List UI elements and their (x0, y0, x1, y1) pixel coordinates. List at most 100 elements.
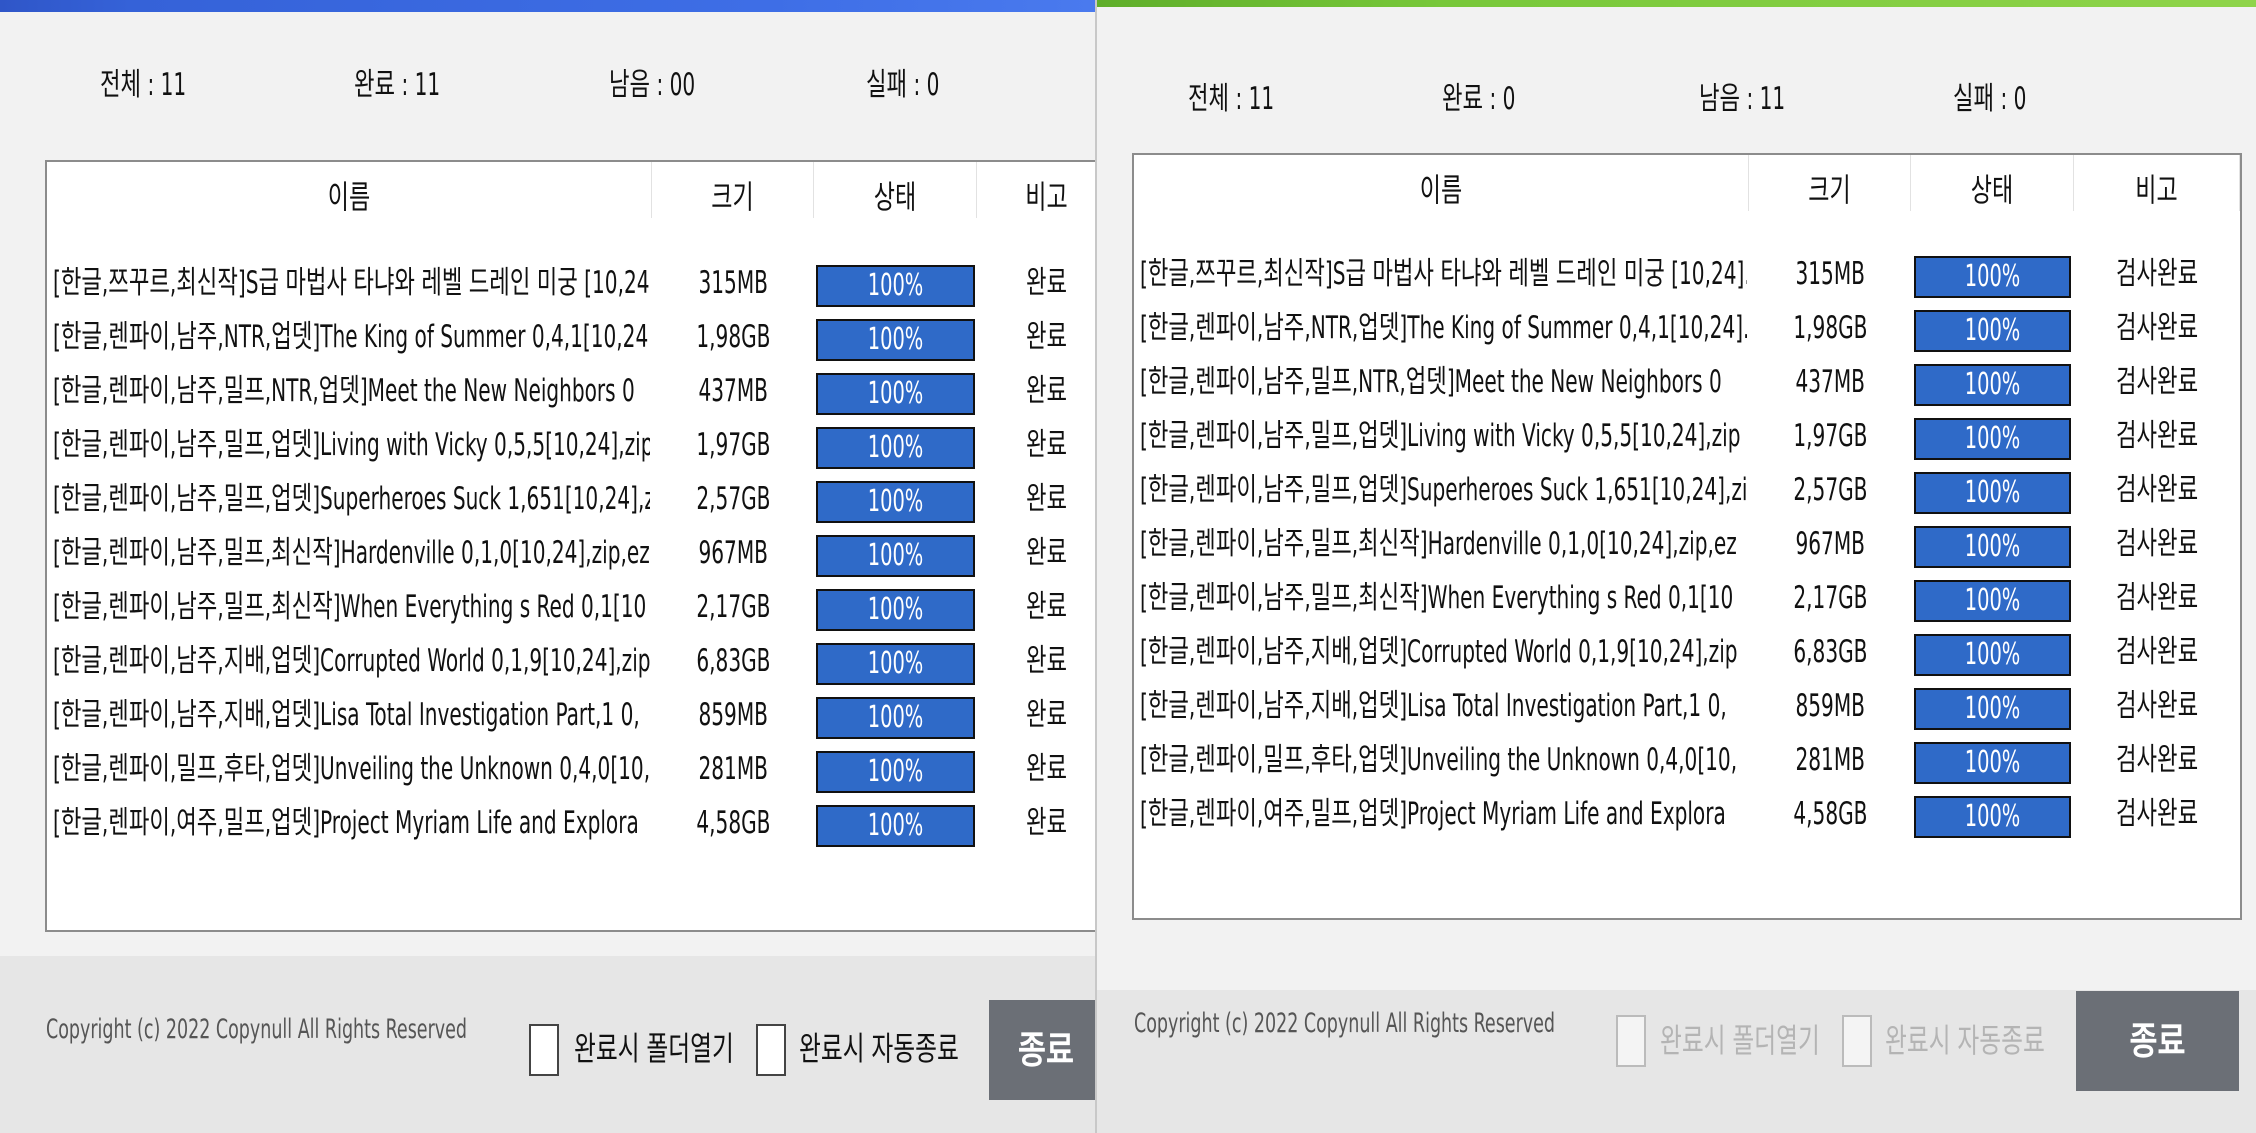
column-header-note[interactable]: 비고 (2074, 155, 2240, 211)
progress-bar: 100% (816, 643, 975, 685)
progress-bar: 100% (1914, 418, 2071, 460)
column-header-size[interactable]: 크기 (652, 162, 814, 218)
table-row[interactable]: [한글,렌파이,여주,밀프,업뎃]Project Myriam Life and… (1134, 787, 2240, 841)
progress-bar: 100% (816, 805, 975, 847)
table-row[interactable]: [한글,렌파이,남주,NTR,업뎃]The King of Summer 0,4… (47, 310, 1097, 364)
file-name-cell: [한글,쯔꾸르,최신작]S급 마법사 타냐와 레벨 드레인 미궁 [10,24]… (53, 265, 650, 301)
table-row[interactable]: [한글,렌파이,남주,밀프,업뎃]Living with Vicky 0,5,5… (1134, 409, 2240, 463)
auto-close-checkbox[interactable] (756, 1024, 786, 1076)
note-cell: 검사완료 (2115, 256, 2199, 292)
progress-label: 100% (1964, 259, 2021, 294)
note-cell: 완료 (1026, 373, 1068, 409)
file-size-cell: 315MB (698, 265, 768, 301)
file-size-cell: 281MB (698, 751, 768, 787)
progress-label: 100% (867, 646, 924, 681)
progress-label: 100% (867, 268, 924, 303)
progress-label: 100% (867, 430, 924, 465)
close-button[interactable]: 종료 (989, 1000, 1097, 1100)
note-cell: 검사완료 (2115, 310, 2199, 346)
window-divider (1095, 0, 1097, 1133)
note-cell: 검사완료 (2115, 688, 2199, 724)
table-row[interactable]: [한글,렌파이,남주,밀프,NTR,업뎃]Meet the New Neighb… (1134, 355, 2240, 409)
total-count: 전체 : 11 (100, 67, 187, 103)
right-main-area: 전체 : 11 완료 : 0 남음 : 11 실패 : 0 이름 크기 상태 비… (1097, 7, 2256, 990)
file-name-cell: [한글,렌파이,남주,밀프,최신작]Hardenville 0,1,0[10,2… (53, 535, 650, 571)
table-row[interactable]: [한글,렌파이,남주,밀프,최신작]When Everything s Red … (1134, 571, 2240, 625)
column-header-status[interactable]: 상태 (1911, 155, 2074, 211)
file-size-cell: 2,17GB (1792, 580, 1868, 616)
open-folder-checkbox[interactable] (529, 1024, 559, 1076)
file-list[interactable]: 이름 크기 상태 비고 [한글,쯔꾸르,최신작]S급 마법사 타냐와 레벨 드레… (45, 160, 1097, 932)
file-size-cell: 967MB (698, 535, 768, 571)
file-size-cell: 437MB (698, 373, 768, 409)
note-cell: 완료 (1026, 427, 1068, 463)
table-row[interactable]: [한글,렌파이,남주,지배,업뎃]Lisa Total Investigatio… (1134, 679, 2240, 733)
progress-label: 100% (867, 484, 924, 519)
note-cell: 완료 (1026, 751, 1068, 787)
note-cell: 완료 (1026, 643, 1068, 679)
table-row[interactable]: [한글,렌파이,남주,지배,업뎃]Corrupted World 0,1,9[1… (47, 634, 1097, 688)
table-row[interactable]: [한글,쯔꾸르,최신작]S급 마법사 타냐와 레벨 드레인 미궁 [10,24]… (1134, 247, 2240, 301)
auto-close-label[interactable]: 완료시 자동종료 (799, 1022, 959, 1070)
note-cell: 검사완료 (2115, 580, 2199, 616)
column-header-name[interactable]: 이름 (47, 162, 652, 218)
note-cell: 완료 (1026, 697, 1068, 733)
table-row[interactable]: [한글,렌파이,남주,밀프,업뎃]Superheroes Suck 1,651[… (1134, 463, 2240, 517)
table-row[interactable]: [한글,쯔꾸르,최신작]S급 마법사 타냐와 레벨 드레인 미궁 [10,24]… (47, 256, 1097, 310)
progress-label: 100% (1964, 691, 2021, 726)
file-name-cell: [한글,렌파이,남주,지배,업뎃]Lisa Total Investigatio… (1140, 688, 1727, 724)
file-name-cell: [한글,쯔꾸르,최신작]S급 마법사 타냐와 레벨 드레인 미궁 [10,24]… (1140, 256, 1747, 292)
file-size-cell: 1,98GB (695, 319, 771, 355)
open-folder-checkbox[interactable] (1616, 1015, 1646, 1067)
right-check-window: 전체 : 11 완료 : 0 남음 : 11 실패 : 0 이름 크기 상태 비… (1097, 0, 2256, 1133)
table-row[interactable]: [한글,렌파이,남주,NTR,업뎃]The King of Summer 0,4… (1134, 301, 2240, 355)
open-folder-label[interactable]: 완료시 폴더열기 (574, 1022, 734, 1070)
column-header-note[interactable]: 비고 (977, 162, 1097, 218)
auto-close-checkbox[interactable] (1842, 1015, 1872, 1067)
table-row[interactable]: [한글,렌파이,밀프,후타,업뎃]Unveiling the Unknown 0… (47, 742, 1097, 796)
table-row[interactable]: [한글,렌파이,남주,밀프,NTR,업뎃]Meet the New Neighb… (47, 364, 1097, 418)
column-header-name[interactable]: 이름 (1134, 155, 1749, 211)
close-button[interactable]: 종료 (2076, 991, 2239, 1091)
progress-label: 100% (1964, 367, 2021, 402)
copyright-text: Copyright (c) 2022 Copynull All Rights R… (46, 1014, 467, 1045)
table-row[interactable]: [한글,렌파이,남주,지배,업뎃]Lisa Total Investigatio… (47, 688, 1097, 742)
table-row[interactable]: [한글,렌파이,남주,밀프,업뎃]Living with Vicky 0,5,5… (47, 418, 1097, 472)
open-folder-label[interactable]: 완료시 폴더열기 (1660, 1014, 1820, 1062)
progress-label: 100% (867, 538, 924, 573)
progress-label: 100% (1964, 799, 2021, 834)
table-row[interactable]: [한글,렌파이,남주,지배,업뎃]Corrupted World 0,1,9[1… (1134, 625, 2240, 679)
left-download-window: 전체 : 11 완료 : 11 남음 : 00 실패 : 0 이름 크기 상태 … (0, 0, 1097, 1133)
table-row[interactable]: [한글,렌파이,밀프,후타,업뎃]Unveiling the Unknown 0… (1134, 733, 2240, 787)
table-row[interactable]: [한글,렌파이,남주,밀프,최신작]Hardenville 0,1,0[10,2… (1134, 517, 2240, 571)
progress-bar: 100% (816, 373, 975, 415)
note-cell: 검사완료 (2115, 364, 2199, 400)
progress-label: 100% (1964, 745, 2021, 780)
note-cell: 검사완료 (2115, 634, 2199, 670)
note-cell: 완료 (1026, 535, 1068, 571)
file-size-cell: 315MB (1795, 256, 1865, 292)
progress-label: 100% (867, 808, 924, 843)
right-footer: Copyright (c) 2022 Copynull All Rights R… (1097, 990, 2256, 1133)
note-cell: 완료 (1026, 805, 1068, 841)
note-cell: 검사완료 (2115, 742, 2199, 778)
progress-bar: 100% (816, 589, 975, 631)
file-name-cell: [한글,렌파이,남주,지배,업뎃]Lisa Total Investigatio… (53, 697, 640, 733)
table-row[interactable]: [한글,렌파이,남주,밀프,업뎃]Superheroes Suck 1,651[… (47, 472, 1097, 526)
file-size-cell: 859MB (698, 697, 768, 733)
file-name-cell: [한글,렌파이,남주,밀프,업뎃]Superheroes Suck 1,651[… (1140, 472, 1747, 508)
file-size-cell: 2,57GB (1792, 472, 1868, 508)
table-row[interactable]: [한글,렌파이,남주,밀프,최신작]Hardenville 0,1,0[10,2… (47, 526, 1097, 580)
done-count: 완료 : 0 (1442, 81, 1516, 117)
progress-bar: 100% (1914, 688, 2071, 730)
table-row[interactable]: [한글,렌파이,남주,밀프,최신작]When Everything s Red … (47, 580, 1097, 634)
file-list[interactable]: 이름 크기 상태 비고 [한글,쯔꾸르,최신작]S급 마법사 타냐와 레벨 드레… (1132, 153, 2242, 920)
file-size-cell: 2,17GB (695, 589, 771, 625)
left-titlebar[interactable] (0, 0, 1097, 12)
right-titlebar[interactable] (1097, 0, 2256, 7)
note-cell: 완료 (1026, 265, 1068, 301)
table-row[interactable]: [한글,렌파이,여주,밀프,업뎃]Project Myriam Life and… (47, 796, 1097, 850)
column-header-status[interactable]: 상태 (814, 162, 977, 218)
auto-close-label[interactable]: 완료시 자동종료 (1885, 1014, 2045, 1062)
column-header-size[interactable]: 크기 (1749, 155, 1911, 211)
